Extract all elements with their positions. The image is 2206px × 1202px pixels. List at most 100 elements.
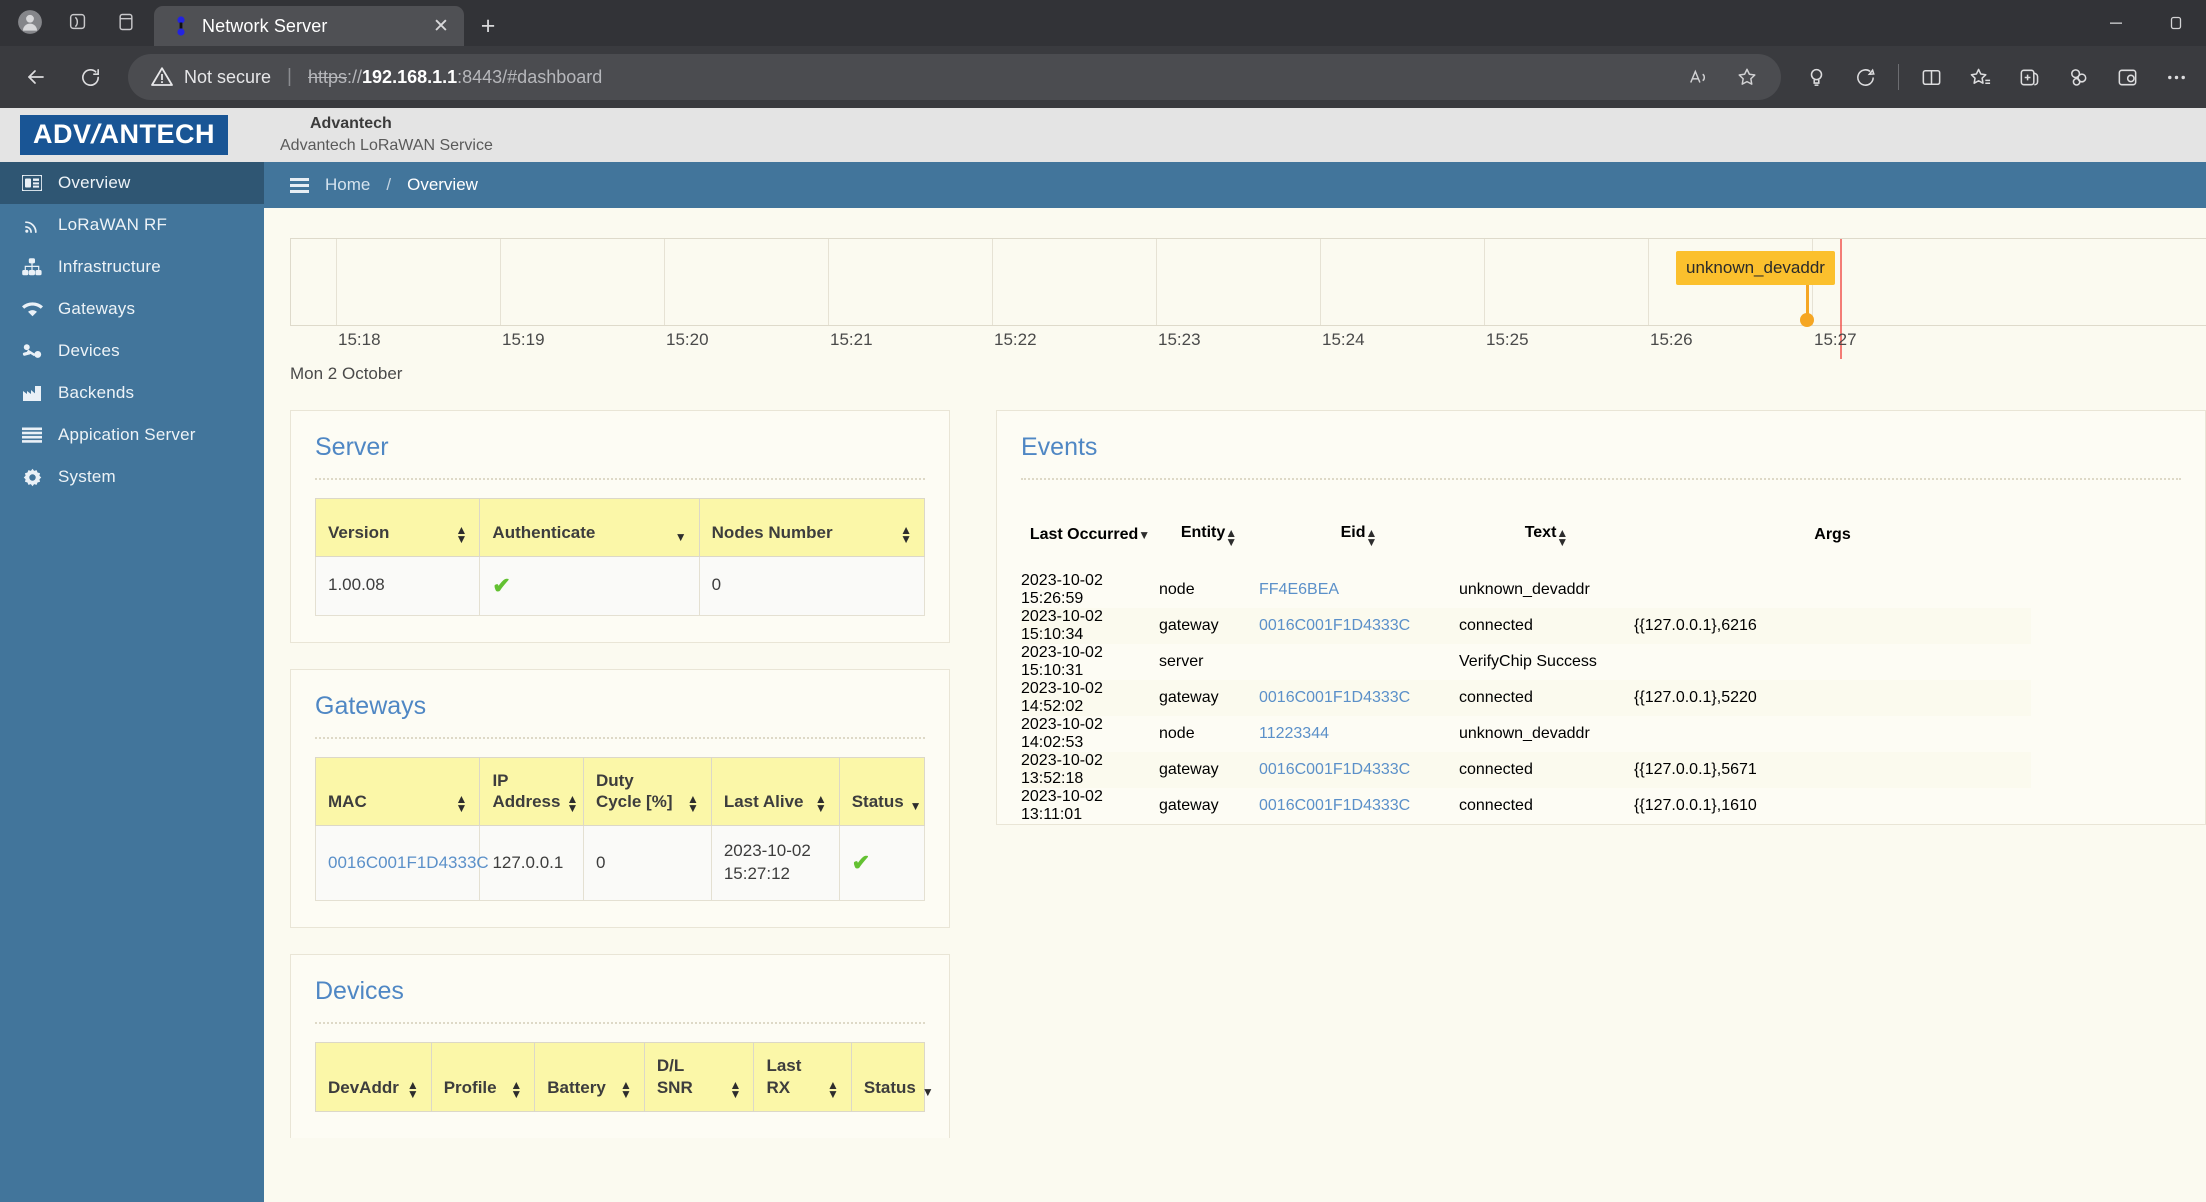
cell-eid: 0016C001F1D4333C [1259,608,1459,644]
sidebar-item-infrastructure[interactable]: Infrastructure [0,246,264,288]
sort-both-icon[interactable]: ▲ ▼ [815,793,827,814]
column-header-devaddr[interactable]: DevAddr ▲ ▼ [315,1042,432,1112]
browser-tab[interactable]: Network Server ✕ [154,6,464,46]
wifi-icon [20,301,44,317]
sort-both-icon[interactable]: ▲ ▼ [456,524,468,545]
column-header-last-rx[interactable]: Last RX ▲ ▼ [753,1042,852,1112]
column-header-status[interactable]: Status ▼ [838,756,926,827]
sort-both-icon[interactable]: ▲ ▼ [566,793,578,814]
column-header-entity[interactable]: Entity ▲ ▼ [1159,498,1259,572]
table-row[interactable]: 2023-10-02 14:02:53 node 11223344 unknow… [1021,716,2031,752]
hamburger-menu-icon[interactable] [290,177,309,193]
new-tab-button[interactable]: + [464,6,512,46]
column-header-dl-snr[interactable]: D/L SNR ▲ ▼ [643,1042,755,1112]
split-screen-icon[interactable] [1908,54,1955,100]
table-row[interactable]: 2023-10-02 15:26:59 node FF4E6BEA unknow… [1021,572,2031,608]
column-header-status[interactable]: Status ▼ [850,1042,934,1112]
sort-both-icon[interactable]: ▲ ▼ [687,793,699,814]
sort-both-icon[interactable]: ▲ ▼ [827,1079,839,1100]
sort-both-icon[interactable]: ▲ ▼ [456,793,468,814]
favorites-bar-icon[interactable] [1957,54,2004,100]
content-scroll-area[interactable]: unknown_devaddr 15:18 15:19 15:20 15:21 … [264,208,2206,1202]
cell-last-occurred: 2023-10-02 13:52:18 [1021,752,1159,788]
reload-button[interactable] [64,54,116,100]
read-aloud-icon[interactable] [1677,57,1721,97]
eid-link[interactable]: 0016C001F1D4333C [1259,617,1410,634]
profile-avatar-icon[interactable] [8,3,52,41]
timeline-data-point[interactable] [1800,313,1814,327]
sort-both-icon[interactable]: ▲ ▼ [900,524,912,545]
eid-link[interactable]: 0016C001F1D4333C [1259,761,1410,778]
timeline-tick-label: 15:19 [502,330,545,349]
eid-link[interactable]: FF4E6BEA [1259,581,1339,598]
column-header-args[interactable]: Args [1634,498,2031,572]
sort-both-icon[interactable]: ▲ ▼ [510,1079,522,1100]
sidebar-item-gateways[interactable]: Gateways [0,288,264,330]
browser-profile-icon[interactable] [2104,54,2151,100]
column-header-last-alive[interactable]: Last Alive ▲ ▼ [710,756,840,827]
sidebar-item-label: LoRaWAN RF [58,215,168,234]
eid-link[interactable]: 11223344 [1259,725,1329,742]
table-row[interactable]: 2023-10-02 15:10:31 server VerifyChip Su… [1021,644,2031,680]
cell-version: 1.00.08 [314,556,481,616]
address-bar-url[interactable]: https://192.168.1.1:8443/#dashboard [308,67,602,88]
sort-descending-icon[interactable]: ▼ [1138,528,1150,542]
column-header-last-occurred[interactable]: Last Occurred▼ [1021,498,1159,572]
sort-both-icon[interactable]: ▲ ▼ [1366,527,1378,548]
sort-both-icon[interactable]: ▲ ▼ [1225,527,1237,548]
table-row[interactable]: 2023-10-02 13:11:01 gateway 0016C001F1D4… [1021,788,2031,824]
sort-both-icon[interactable]: ▲ ▼ [407,1079,419,1100]
sidebar-item-lorawan-rf[interactable]: LoRaWAN RF [0,204,264,246]
column-header-duty-cycle[interactable]: Duty Cycle [%] ▲ ▼ [582,756,712,827]
eid-link[interactable]: 0016C001F1D4333C [1259,689,1410,706]
table-row[interactable]: 0016C001F1D4333C 127.0.0.1 0 2023-10-02 … [314,825,926,902]
workspaces-icon[interactable] [56,3,100,41]
table-row[interactable]: 1.00.08 ✔ 0 [314,556,926,616]
timeline-plot[interactable]: unknown_devaddr [290,238,2206,359]
sidebar-item-system[interactable]: System [0,456,264,498]
eid-link[interactable]: 0016C001F1D4333C [1259,797,1410,814]
cell-args: {{127.0.0.1},1610 [1634,797,1757,814]
sidebar-item-overview[interactable]: Overview [0,162,264,204]
sidebar-item-appication-server[interactable]: Appication Server [0,414,264,456]
minimize-icon[interactable] [2086,0,2146,46]
cell-args [1634,716,2031,752]
column-header-text[interactable]: Text ▲ ▼ [1459,498,1634,572]
address-bar[interactable]: Not secure | https://192.168.1.1:8443/#d… [128,54,1781,100]
favorite-star-icon[interactable] [1725,57,1769,97]
sort-both-icon[interactable]: ▲ ▼ [620,1079,632,1100]
sidebar-item-devices[interactable]: Devices [0,330,264,372]
sort-both-icon[interactable]: ▲ ▼ [1556,527,1568,548]
sort-descending-icon[interactable]: ▼ [675,530,687,544]
tab-actions-icon[interactable] [104,3,148,41]
column-header-nodes-number[interactable]: Nodes Number ▲ ▼ [698,498,926,557]
chart-bar-icon [20,385,44,402]
timeline-tick-label: 15:22 [994,330,1037,349]
brand-logo-box[interactable]: ADV/ANTECH [0,108,264,162]
copilot-icon[interactable] [1793,54,1840,100]
table-row[interactable]: 2023-10-02 14:52:02 gateway 0016C001F1D4… [1021,680,2031,716]
cell-text: connected [1459,752,1634,788]
close-icon[interactable]: ✕ [428,15,454,38]
sidebar-item-backends[interactable]: Backends [0,372,264,414]
table-row[interactable]: 2023-10-02 15:10:34 gateway 0016C001F1D4… [1021,608,2031,644]
back-button[interactable] [10,54,62,100]
sort-descending-icon[interactable]: ▼ [910,799,922,813]
breadcrumb-home[interactable]: Home [325,175,370,195]
gateway-mac-link[interactable]: 0016C001F1D4333C [328,853,489,872]
browser-extensions-icon[interactable] [2055,54,2102,100]
column-header-version[interactable]: Version ▲ ▼ [314,498,481,557]
column-header-profile[interactable]: Profile ▲ ▼ [430,1042,536,1112]
column-header-ip-address[interactable]: IP Address ▲ ▼ [479,756,584,827]
browser-essentials-icon[interactable] [1842,54,1889,100]
maximize-icon[interactable] [2146,0,2206,46]
collections-icon[interactable] [2006,54,2053,100]
settings-more-icon[interactable] [2153,54,2200,100]
column-header-mac[interactable]: MAC ▲ ▼ [314,756,481,827]
column-header-eid[interactable]: Eid ▲ ▼ [1259,498,1459,572]
sort-both-icon[interactable]: ▲ ▼ [730,1079,742,1100]
column-header-battery[interactable]: Battery ▲ ▼ [534,1042,645,1112]
column-header-authenticate[interactable]: Authenticate ▼ [479,498,700,557]
table-row[interactable]: 2023-10-02 13:52:18 gateway 0016C001F1D4… [1021,752,2031,788]
sort-descending-icon[interactable]: ▼ [922,1085,934,1099]
